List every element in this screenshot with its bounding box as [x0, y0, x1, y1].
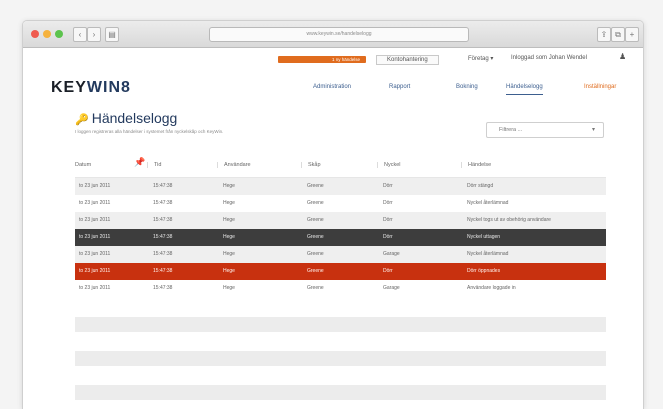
cell-nyckel: Dörr	[383, 217, 393, 223]
cell-handelse: Nyckel togs ut av obehörig användare	[467, 217, 551, 223]
chevron-down-icon: ▾	[591, 127, 595, 133]
cell-datum: to 23 jun 2011	[79, 268, 111, 274]
table-header: Datum 📌 Tid Användare Skåp Nyckel Händel…	[75, 155, 606, 178]
cell-datum: to 23 jun 2011	[79, 234, 111, 240]
empty-row	[75, 385, 606, 400]
cell-skap: Greene	[307, 217, 324, 223]
column-header-datum[interactable]: Datum	[75, 162, 91, 168]
account-admin-link[interactable]: Kontohantering	[376, 55, 439, 65]
cell-anvandare: Hege	[223, 285, 235, 291]
table-row[interactable]: to 23 jun 2011 15:47:38 Hege Greene Dörr Nyck…	[75, 212, 606, 229]
minimize-window-dot[interactable]	[43, 30, 51, 38]
cell-skap: Greene	[307, 285, 324, 291]
table-row[interactable]: to 23 jun 2011 15:47:38 Hege Greene Dörr Nyck…	[75, 229, 606, 246]
table-row[interactable]: to 23 jun 2011 15:47:38 Hege Greene Garage Ny…	[75, 246, 606, 263]
nav-item-administration[interactable]: Administration	[313, 84, 351, 90]
sidebar-icon[interactable]: ▤	[105, 27, 119, 42]
cell-skap: Greene	[307, 251, 324, 257]
cell-skap: Greene	[307, 268, 324, 274]
share-icon[interactable]: ⇪	[597, 27, 611, 42]
cell-tid: 15:47:38	[153, 217, 173, 223]
table-row[interactable]: to 23 jun 2011 15:47:38 Hege Greene Dörr Dörr…	[75, 178, 606, 195]
cell-datum: to 23 jun 2011	[79, 217, 111, 223]
cell-skap: Greene	[307, 200, 324, 206]
nav-item-rapport[interactable]: Rapport	[389, 84, 410, 90]
browser-toolbar: ‹ › ▤ www.keywin.se/handelselogg ⇪ ⧉ +	[23, 21, 643, 48]
cell-datum: to 23 jun 2011	[79, 251, 111, 257]
cell-nyckel: Dörr	[383, 183, 393, 189]
filter-select[interactable]: Filtrera ... ▾	[486, 122, 604, 138]
cell-nyckel: Garage	[383, 285, 400, 291]
cell-handelse: Nyckel återlämnad	[467, 200, 509, 206]
column-header-skap[interactable]: Skåp	[301, 162, 321, 168]
cell-nyckel: Dörr	[383, 200, 393, 206]
account-strip: 1 ny händelse Kontohantering Företag ▾ I…	[23, 48, 643, 68]
zoom-window-dot[interactable]	[55, 30, 63, 38]
page-title: 🔑 Händelselogg	[75, 110, 177, 126]
cell-tid: 15:47:38	[153, 251, 173, 257]
close-window-dot[interactable]	[31, 30, 39, 38]
cell-skap: Greene	[307, 183, 324, 189]
url-bar[interactable]: www.keywin.se/handelselogg	[209, 27, 469, 42]
cell-nyckel: Garage	[383, 251, 400, 257]
cell-anvandare: Hege	[223, 183, 235, 189]
column-header-handelse[interactable]: Händelse	[461, 162, 491, 168]
cell-anvandare: Hege	[223, 217, 235, 223]
cell-tid: 15:47:38	[153, 234, 173, 240]
new-tab-icon[interactable]: +	[625, 27, 639, 42]
cell-anvandare: Hege	[223, 268, 235, 274]
tabs-icon[interactable]: ⧉	[611, 27, 625, 42]
cell-handelse: Dörr stängd	[467, 183, 494, 189]
pin-icon[interactable]: 📌	[134, 157, 145, 168]
nav-item-bokning[interactable]: Bokning	[456, 84, 478, 90]
cell-handelse: Användare loggade in	[467, 285, 516, 291]
cell-anvandare: Hege	[223, 251, 235, 257]
cell-anvandare: Hege	[223, 200, 235, 206]
filter-value: Filtrera ...	[499, 127, 523, 133]
table-row[interactable]: to 23 jun 2011 15:47:38 Hege Greene Dörr Nyck…	[75, 195, 606, 212]
table-body: to 23 jun 2011 15:47:38 Hege Greene Dörr Dörr…	[75, 178, 606, 297]
browser-window: ‹ › ▤ www.keywin.se/handelselogg ⇪ ⧉ + 1…	[22, 20, 644, 409]
page-title-text: Händelselogg	[91, 110, 178, 126]
forward-icon[interactable]: ›	[87, 27, 101, 42]
empty-row	[75, 351, 606, 366]
cell-handelse: Dörr öppnades	[467, 268, 501, 274]
cell-tid: 15:47:38	[153, 285, 173, 291]
logged-in-user[interactable]: Inloggad som Johan Wendel	[511, 55, 587, 61]
key-icon: 🔑	[75, 114, 89, 126]
user-icon[interactable]: ♟	[619, 52, 626, 61]
cell-datum: to 23 jun 2011	[79, 200, 111, 206]
column-header-nyckel[interactable]: Nyckel	[377, 162, 401, 168]
cell-tid: 15:47:38	[153, 200, 173, 206]
page-subtitle: I loggen registreras alla händelser i sy…	[75, 129, 224, 134]
main-nav: Administration Rapport Bokning Händelsel…	[23, 84, 643, 96]
table-row[interactable]: to 23 jun 2011 15:47:38 Hege Greene Dörr Dörr…	[75, 263, 606, 280]
nav-item-installningar[interactable]: Inställningar	[584, 84, 616, 90]
cell-handelse: Nyckel uttagen	[467, 234, 501, 240]
cell-tid: 15:47:38	[153, 268, 173, 274]
notice-badge[interactable]: 1 ny händelse	[278, 56, 366, 63]
empty-row	[75, 317, 606, 332]
back-icon[interactable]: ‹	[73, 27, 87, 42]
cell-tid: 15:47:38	[153, 183, 173, 189]
column-header-tid[interactable]: Tid	[147, 162, 161, 168]
cell-skap: Greene	[307, 234, 324, 240]
table-row[interactable]: to 23 jun 2011 15:47:38 Hege Greene Garage An…	[75, 280, 606, 297]
column-header-anvandare[interactable]: Användare	[217, 162, 251, 168]
cell-handelse: Nyckel återlämnad	[467, 251, 509, 257]
cell-nyckel: Dörr	[383, 234, 393, 240]
cell-nyckel: Dörr	[383, 268, 393, 274]
cell-datum: to 23 jun 2011	[79, 183, 111, 189]
company-menu[interactable]: Företag ▾	[468, 55, 493, 62]
cell-datum: to 23 jun 2011	[79, 285, 111, 291]
cell-anvandare: Hege	[223, 234, 235, 240]
event-log-table: Datum 📌 Tid Användare Skåp Nyckel Händel…	[75, 155, 606, 297]
nav-item-handelselogg[interactable]: Händelselogg	[506, 84, 543, 95]
